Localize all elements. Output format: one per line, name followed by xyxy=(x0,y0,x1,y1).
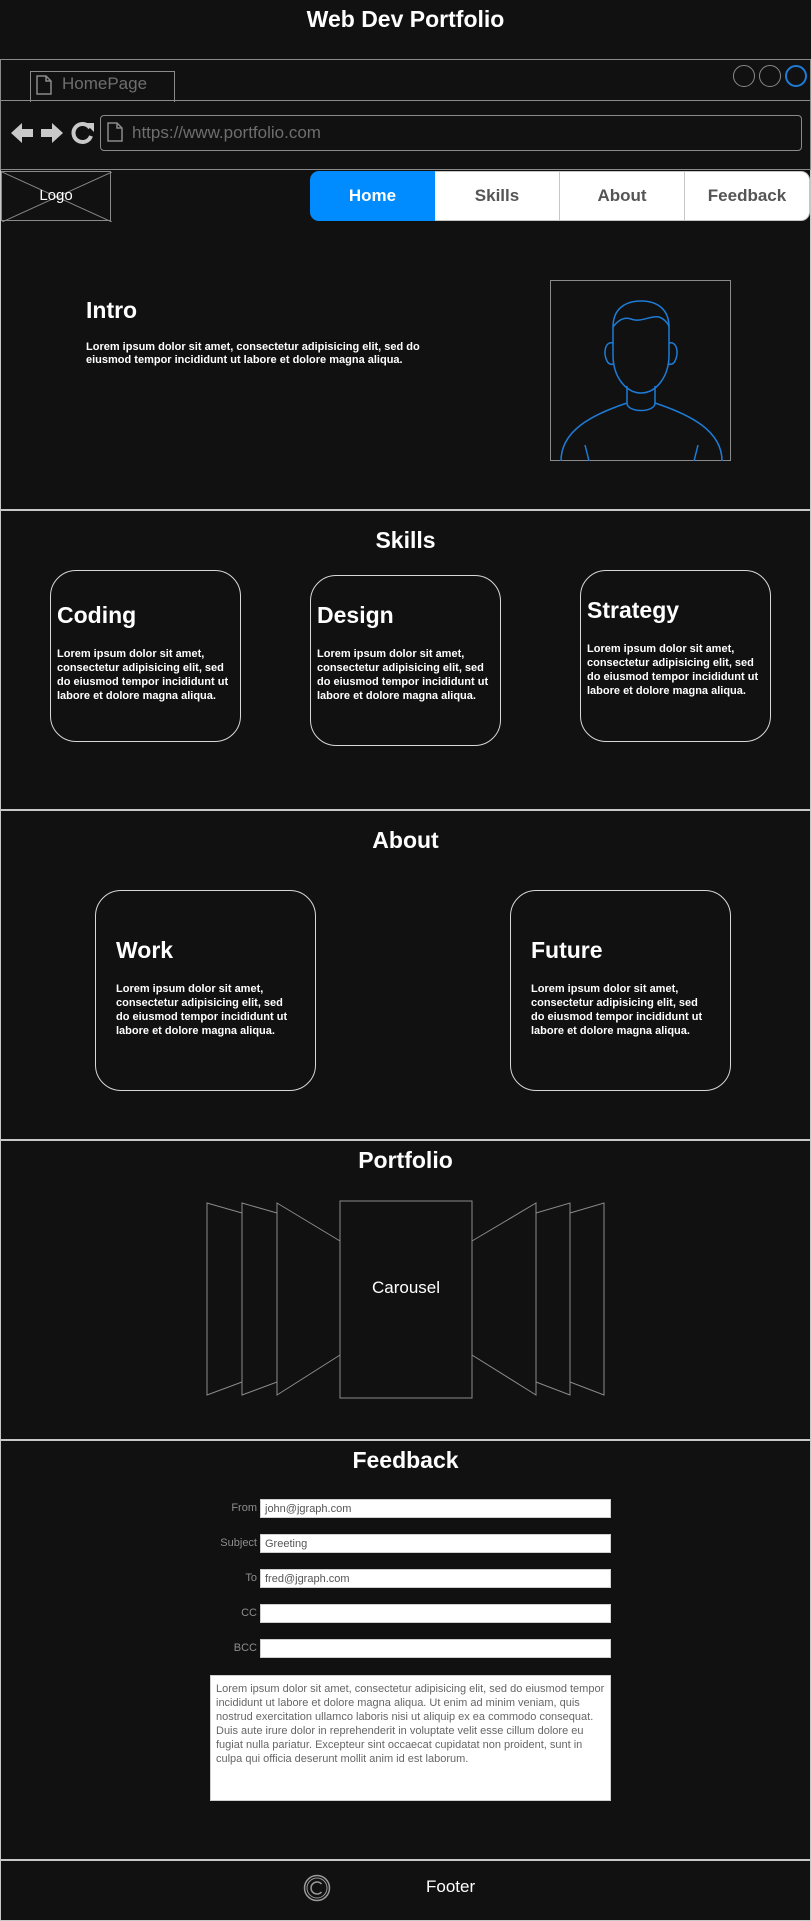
window-minimize-button[interactable] xyxy=(733,65,755,87)
about-card-text: Lorem ipsum dolor sit amet, consectetur … xyxy=(116,983,288,1037)
forward-arrow-icon[interactable] xyxy=(40,120,64,146)
feedback-title: Feedback xyxy=(352,1447,459,1473)
message-field[interactable]: Lorem ipsum dolor sit amet, consectetur … xyxy=(210,1675,611,1801)
skills-title: Skills xyxy=(375,527,436,553)
skill-card-text: Lorem ipsum dolor sit amet, consectetur … xyxy=(317,648,489,702)
carousel-slide xyxy=(276,1202,341,1396)
skill-card-text: Lorem ipsum dolor sit amet, consectetur … xyxy=(587,643,759,697)
bcc-label: BCC xyxy=(233,1642,257,1654)
about-card-title: Work xyxy=(116,937,174,963)
about-card-text: Lorem ipsum dolor sit amet, consectetur … xyxy=(531,983,703,1037)
window-close-button[interactable] xyxy=(785,65,807,87)
carousel-slide-active xyxy=(339,1200,473,1399)
carousel-slide xyxy=(535,1202,571,1396)
cc-field[interactable] xyxy=(260,1604,611,1623)
page-icon xyxy=(36,75,52,95)
tab-strip-divider xyxy=(0,100,811,101)
about-title: About xyxy=(372,827,439,853)
carousel-slide xyxy=(206,1202,243,1396)
carousel-slide xyxy=(471,1202,537,1396)
carousel-slide xyxy=(569,1202,605,1396)
bcc-field[interactable] xyxy=(260,1639,611,1658)
to-label: To xyxy=(245,1572,257,1584)
avatar xyxy=(550,280,731,462)
tab-label: HomePage xyxy=(62,74,148,93)
copyright-icon xyxy=(303,1874,331,1902)
intro-text: Lorem ipsum dolor sit amet, consectetur … xyxy=(86,341,420,366)
skill-card-title: Coding xyxy=(57,602,137,628)
from-field[interactable]: john@jgraph.com xyxy=(260,1499,611,1518)
subject-field[interactable]: Greeting xyxy=(260,1534,611,1553)
carousel-label: Carousel xyxy=(371,1278,441,1297)
skill-card-title: Strategy xyxy=(587,597,680,623)
about-card-title: Future xyxy=(531,937,603,963)
carousel-slide xyxy=(241,1202,278,1396)
cc-label: CC xyxy=(241,1607,257,1619)
window-maximize-button[interactable] xyxy=(759,65,781,87)
page-icon xyxy=(107,122,123,142)
subject-label: Subject xyxy=(220,1537,257,1549)
url-text: https://www.portfolio.com xyxy=(132,123,321,142)
from-label: From xyxy=(231,1502,257,1514)
skill-card-text: Lorem ipsum dolor sit amet, consectetur … xyxy=(57,648,229,702)
refresh-icon[interactable] xyxy=(70,120,96,146)
page-title: Web Dev Portfolio xyxy=(306,6,505,32)
portfolio-title: Portfolio xyxy=(358,1147,453,1173)
intro-title: Intro xyxy=(86,297,138,323)
footer xyxy=(0,1860,811,1921)
footer-text: Footer xyxy=(426,1877,476,1896)
skill-card-title: Design xyxy=(317,602,394,628)
user-avatar-icon xyxy=(560,300,723,462)
to-field[interactable]: fred@jgraph.com xyxy=(260,1569,611,1588)
back-arrow-icon[interactable] xyxy=(10,120,34,146)
